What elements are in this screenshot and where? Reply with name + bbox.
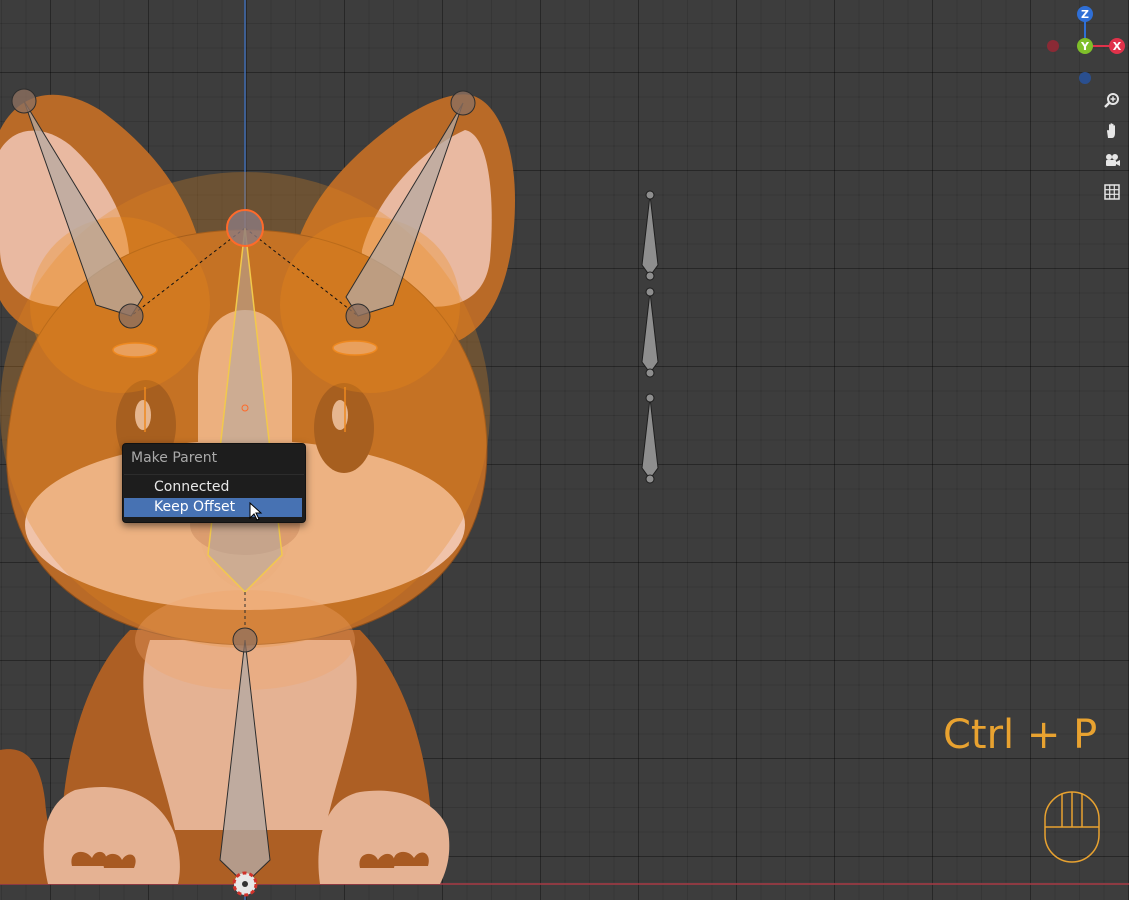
loose-bone-1[interactable] (641, 194, 659, 277)
loose-bone-2-head[interactable] (645, 368, 655, 378)
menu-title: Make Parent (131, 450, 218, 466)
gizmo-x-label: X (1113, 40, 1122, 53)
loose-bones[interactable] (641, 190, 659, 484)
navigation-gizmo[interactable]: Z Y X (1047, 6, 1125, 84)
grid-view-button[interactable] (1099, 179, 1125, 205)
mouse-icon (1044, 791, 1100, 863)
right-ear-bone-tail[interactable] (450, 90, 476, 116)
right-ear-bone-head[interactable] (345, 303, 371, 329)
shortcut-overlay: Ctrl + P (943, 712, 1098, 758)
loose-bone-3-tail[interactable] (645, 393, 655, 403)
grid-icon (1104, 184, 1120, 200)
camera-view-button[interactable] (1099, 148, 1125, 174)
left-ear-bone-head[interactable] (118, 303, 144, 329)
pan-button[interactable] (1099, 118, 1125, 144)
loose-bone-1-head[interactable] (645, 271, 655, 281)
loose-bone-1-tail[interactable] (645, 190, 655, 200)
loose-bone-2-tail[interactable] (645, 287, 655, 297)
gizmo-neg-z[interactable] (1079, 72, 1091, 84)
mouse-cursor-icon (249, 502, 263, 521)
make-parent-menu[interactable]: Make Parent Connected Keep Offset (122, 443, 306, 523)
loose-bone-3-head[interactable] (645, 474, 655, 484)
loose-bone-3[interactable] (641, 397, 659, 480)
zoom-button[interactable] (1099, 88, 1125, 114)
gizmo-z-label: Z (1081, 8, 1089, 21)
spine-bone-head[interactable] (232, 627, 258, 653)
pan-hand-icon (1107, 123, 1115, 138)
3d-viewport[interactable]: Z Y X Make Parent Connected Keep Offset … (0, 0, 1129, 900)
camera-icon (1106, 154, 1120, 166)
gizmo-neg-x[interactable] (1047, 40, 1059, 52)
zoom-icon (1104, 93, 1119, 108)
menu-separator (124, 474, 304, 475)
menu-item-keep-offset[interactable]: Keep Offset (124, 498, 302, 517)
gizmo-y-label: Y (1080, 40, 1090, 53)
menu-item-connected[interactable]: Connected (124, 478, 302, 497)
loose-bone-2[interactable] (641, 291, 659, 374)
3d-cursor-center (242, 881, 248, 887)
left-ear-bone-tail[interactable] (11, 88, 37, 114)
head-bone-tip-active[interactable] (226, 209, 264, 247)
